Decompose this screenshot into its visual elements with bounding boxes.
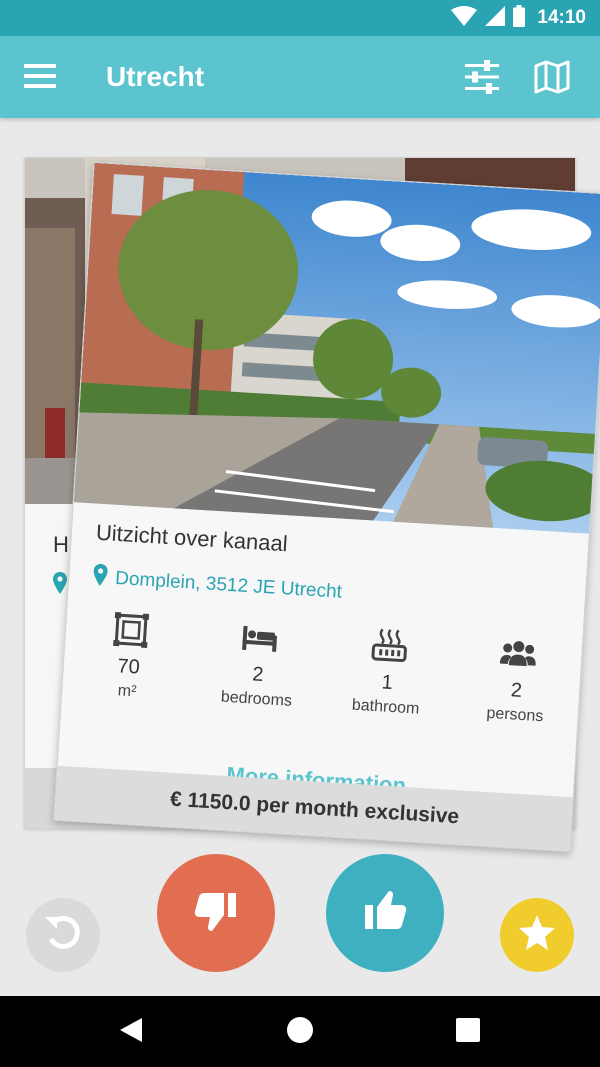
location-pin-icon [92, 564, 108, 593]
feature-area: 70 m² [62, 606, 197, 705]
persons-value: 2 [510, 679, 523, 702]
bathroom-unit: bathroom [351, 696, 420, 718]
map-icon [532, 60, 572, 100]
menu-button[interactable] [22, 60, 60, 94]
feature-list: 70 m² 2 bedrooms 1 bathroom 2 persons [62, 606, 585, 728]
persons-icon [499, 633, 537, 675]
listing-photo [73, 162, 600, 534]
status-bar: 14:10 [0, 0, 600, 36]
app-bar: Utrecht [0, 36, 600, 118]
feature-bedrooms: 2 bedrooms [191, 614, 326, 713]
home-circle-icon [286, 1016, 314, 1049]
favorite-button[interactable] [500, 898, 574, 972]
bathroom-value: 1 [380, 671, 394, 695]
star-icon [517, 914, 557, 957]
filter-icon [462, 60, 502, 100]
persons-unit: persons [485, 704, 544, 726]
undo-icon [41, 911, 85, 960]
listing-address[interactable]: Domplein, 3512 JE Utrecht [92, 564, 343, 607]
listing-card[interactable]: Uitzicht over kanaal Domplein, 3512 JE U… [53, 161, 600, 853]
bedrooms-value: 2 [251, 663, 265, 687]
feature-persons: 2 persons [450, 630, 585, 729]
bedrooms-unit: bedrooms [220, 688, 293, 710]
feature-bathroom: 1 bathroom [320, 622, 455, 721]
location-pin-icon [53, 572, 67, 599]
area-icon [112, 609, 150, 651]
back-listing-title: H [53, 532, 69, 557]
filter-button[interactable] [462, 58, 504, 98]
back-triangle-icon [118, 1016, 144, 1049]
navigation-bar [0, 996, 600, 1067]
address-text: Domplein, 3512 JE Utrecht [114, 567, 343, 603]
bathtub-icon [370, 625, 408, 667]
listing-title: Uitzicht over kanaal [95, 519, 289, 557]
home-nav-button[interactable] [282, 1014, 318, 1050]
like-button[interactable] [326, 854, 444, 972]
signal-icon [485, 5, 506, 31]
status-icons: 14:10 [451, 4, 586, 32]
thumbs-up-icon [361, 889, 409, 938]
price-text: € 1150.0 per month exclusive [169, 787, 460, 829]
page-title: Utrecht [106, 61, 205, 92]
recents-nav-button[interactable] [450, 1014, 486, 1050]
menu-icon [22, 64, 58, 96]
dislike-button[interactable] [157, 854, 275, 972]
bed-icon [240, 617, 280, 659]
area-value: 70 [116, 655, 141, 679]
recents-square-icon [455, 1017, 481, 1048]
battery-icon [513, 4, 526, 32]
thumbs-down-icon [192, 889, 240, 938]
map-button[interactable] [532, 58, 574, 98]
status-time: 14:10 [537, 7, 586, 28]
wifi-icon [451, 5, 478, 31]
back-nav-button[interactable] [113, 1014, 149, 1050]
undo-button[interactable] [26, 898, 100, 972]
area-unit: m² [117, 682, 137, 701]
